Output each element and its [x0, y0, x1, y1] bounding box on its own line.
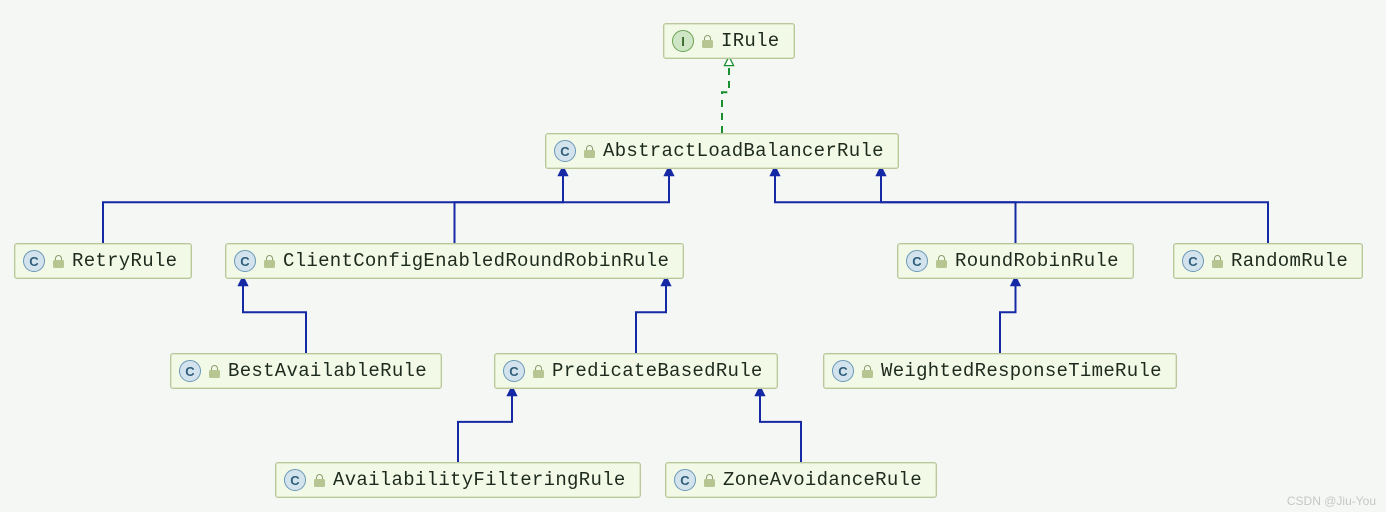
- class-icon: C: [284, 469, 306, 491]
- node-retry[interactable]: C RetryRule: [14, 243, 192, 279]
- node-label: RandomRule: [1231, 250, 1348, 272]
- node-wrtr[interactable]: C WeightedResponseTimeRule: [823, 353, 1177, 389]
- node-irule[interactable]: I IRule: [663, 23, 795, 59]
- node-label: AbstractLoadBalancerRule: [603, 140, 884, 162]
- diagram-canvas: CSDN @Jiu-You I IRule C AbstractLoadBalance…: [0, 0, 1386, 512]
- class-icon: C: [906, 250, 928, 272]
- class-icon: C: [554, 140, 576, 162]
- edge-bar-to-ccerr: [243, 281, 306, 353]
- node-label: PredicateBasedRule: [552, 360, 763, 382]
- lock-icon: [704, 474, 715, 487]
- class-icon: C: [1182, 250, 1204, 272]
- node-label: RetryRule: [72, 250, 177, 272]
- lock-icon: [264, 255, 275, 268]
- node-label: IRule: [721, 30, 780, 52]
- node-bar[interactable]: C BestAvailableRule: [170, 353, 442, 389]
- class-icon: C: [674, 469, 696, 491]
- interface-icon: I: [672, 30, 694, 52]
- lock-icon: [314, 474, 325, 487]
- edge-random-to-alb: [775, 171, 1268, 243]
- edge-alb-to-irule: [722, 61, 729, 133]
- node-alb[interactable]: C AbstractLoadBalancerRule: [545, 133, 899, 169]
- watermark: CSDN @Jiu-You: [1287, 494, 1376, 508]
- class-icon: C: [179, 360, 201, 382]
- edge-wrtr-to-rrr: [1000, 281, 1016, 353]
- edge-ccerr-to-alb: [455, 171, 670, 243]
- lock-icon: [862, 365, 873, 378]
- node-label: ZoneAvoidanceRule: [723, 469, 922, 491]
- node-label: WeightedResponseTimeRule: [881, 360, 1162, 382]
- node-afr[interactable]: C AvailabilityFilteringRule: [275, 462, 641, 498]
- lock-icon: [702, 35, 713, 48]
- class-icon: C: [832, 360, 854, 382]
- node-random[interactable]: C RandomRule: [1173, 243, 1363, 279]
- edge-retry-to-alb: [103, 171, 563, 243]
- node-pbr[interactable]: C PredicateBasedRule: [494, 353, 778, 389]
- class-icon: C: [23, 250, 45, 272]
- node-label: RoundRobinRule: [955, 250, 1119, 272]
- edge-rrr-to-alb: [881, 171, 1016, 243]
- edge-pbr-to-ccerr: [636, 281, 666, 353]
- node-label: BestAvailableRule: [228, 360, 427, 382]
- lock-icon: [209, 365, 220, 378]
- edge-zar-to-pbr: [760, 391, 801, 462]
- lock-icon: [584, 145, 595, 158]
- edge-afr-to-pbr: [458, 391, 512, 462]
- lock-icon: [53, 255, 64, 268]
- lock-icon: [1212, 255, 1223, 268]
- class-icon: C: [503, 360, 525, 382]
- lock-icon: [533, 365, 544, 378]
- node-rrr[interactable]: C RoundRobinRule: [897, 243, 1134, 279]
- node-ccerr[interactable]: C ClientConfigEnabledRoundRobinRule: [225, 243, 684, 279]
- node-zar[interactable]: C ZoneAvoidanceRule: [665, 462, 937, 498]
- node-label: AvailabilityFilteringRule: [333, 469, 626, 491]
- lock-icon: [936, 255, 947, 268]
- class-icon: C: [234, 250, 256, 272]
- node-label: ClientConfigEnabledRoundRobinRule: [283, 250, 669, 272]
